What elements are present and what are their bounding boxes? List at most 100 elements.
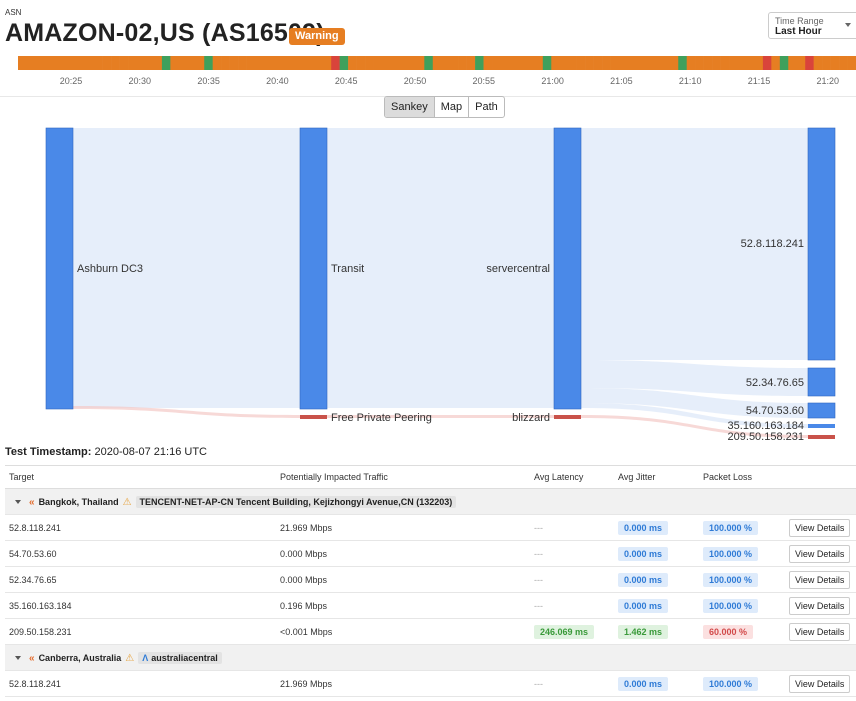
timeline-segment[interactable] — [492, 56, 501, 70]
timeline-segment[interactable] — [830, 56, 840, 70]
timeline-segment[interactable] — [669, 56, 679, 70]
timeline-segment[interactable] — [568, 56, 577, 70]
group-row[interactable]: «Canberra, Australia ⚠ Λaustraliacentral — [5, 644, 856, 671]
view-details-button[interactable]: View Details — [789, 518, 851, 537]
timeline-segment[interactable] — [356, 56, 366, 70]
timeline-segment[interactable] — [449, 56, 459, 70]
node-t5[interactable] — [808, 435, 835, 439]
timeline-segment[interactable] — [822, 56, 831, 70]
node-t3[interactable] — [807, 402, 836, 419]
node-transit[interactable] — [299, 127, 328, 410]
timeline-segment[interactable] — [128, 56, 137, 70]
col-loss[interactable]: Packet Loss — [699, 465, 785, 489]
timeline-segment[interactable] — [314, 56, 324, 70]
timeline-segment[interactable] — [559, 56, 569, 70]
timeline-segment[interactable] — [424, 56, 434, 70]
timeline-segment[interactable] — [153, 56, 163, 70]
timeline-segment[interactable] — [263, 56, 273, 70]
node-t1[interactable] — [807, 127, 836, 361]
timeline-segment[interactable] — [635, 56, 645, 70]
timeline-segment[interactable] — [458, 56, 467, 70]
timeline-segment[interactable] — [178, 56, 188, 70]
timeline-segment[interactable] — [119, 56, 129, 70]
timeline-segment[interactable] — [500, 56, 510, 70]
timeline-segment[interactable] — [187, 56, 197, 70]
view-details-button[interactable]: View Details — [789, 544, 851, 563]
timeline-segment[interactable] — [271, 56, 281, 70]
timeline-segment[interactable] — [85, 56, 95, 70]
timeline-segment[interactable] — [813, 56, 823, 70]
timeline-segment[interactable] — [26, 56, 36, 70]
timeline-segment[interactable] — [796, 56, 806, 70]
timeline-segment[interactable] — [661, 56, 671, 70]
timeline-segment[interactable] — [407, 56, 417, 70]
tab-path[interactable]: Path — [468, 97, 504, 117]
view-details-button[interactable]: View Details — [789, 674, 851, 693]
timeline-segment[interactable] — [297, 56, 307, 70]
timeline-segment[interactable] — [102, 56, 112, 70]
timeline-segment[interactable] — [788, 56, 798, 70]
view-details-button[interactable]: View Details — [789, 622, 851, 641]
timeline-segment[interactable] — [365, 56, 374, 70]
timeline-segment[interactable] — [466, 56, 476, 70]
timeline-segment[interactable] — [212, 56, 222, 70]
timeline-segment[interactable] — [720, 56, 730, 70]
timeline-segment[interactable] — [136, 56, 146, 70]
timeline-segment[interactable] — [627, 56, 637, 70]
timeline-segment[interactable] — [602, 56, 611, 70]
timeline-segment[interactable] — [77, 56, 87, 70]
time-range-select[interactable]: Time Range Last Hour — [768, 12, 856, 39]
timeline-segment[interactable] — [644, 56, 654, 70]
timeline-segment[interactable] — [610, 56, 620, 70]
timeline-segment[interactable] — [255, 56, 264, 70]
timeline-segment[interactable] — [94, 56, 103, 70]
chevron-down-icon[interactable] — [15, 655, 21, 660]
timeline-segment[interactable] — [737, 56, 747, 70]
timeline-segment[interactable] — [339, 56, 349, 70]
timeline-segment[interactable] — [390, 56, 400, 70]
timeline-segment[interactable] — [204, 56, 213, 70]
timeline-segment[interactable] — [703, 56, 713, 70]
timeline-segment[interactable] — [161, 56, 171, 70]
group-row[interactable]: «Bangkok, Thailand ⚠ TENCENT-NET-AP-CN Ten… — [5, 488, 856, 515]
col-target[interactable]: Target — [5, 465, 276, 489]
timeline-segment[interactable] — [712, 56, 721, 70]
timeline-segment[interactable] — [34, 56, 44, 70]
timeline-segment[interactable] — [551, 56, 561, 70]
timeline-segment[interactable] — [348, 56, 357, 70]
timeline-segment[interactable] — [652, 56, 662, 70]
timeline-segment[interactable] — [246, 56, 256, 70]
timeline-segment[interactable] — [18, 56, 27, 70]
timeline-segment[interactable] — [678, 56, 687, 70]
timeline-segment[interactable] — [144, 56, 154, 70]
timeline-segment[interactable] — [229, 56, 239, 70]
timeline-segment[interactable] — [475, 56, 484, 70]
timeline-segment[interactable] — [779, 56, 789, 70]
timeline-segment[interactable] — [288, 56, 298, 70]
timeline-segment[interactable] — [483, 56, 493, 70]
node-blizzard[interactable] — [554, 415, 581, 419]
timeline-segment[interactable] — [508, 56, 518, 70]
col-traffic[interactable]: Potentially Impacted Traffic — [276, 465, 530, 489]
timeline-segment[interactable] — [534, 56, 544, 70]
tab-sankey[interactable]: Sankey — [385, 97, 434, 117]
timeline-segment[interactable] — [68, 56, 78, 70]
col-jitter[interactable]: Avg Jitter — [614, 465, 699, 489]
timeline-segment[interactable] — [373, 56, 383, 70]
timeline-segment[interactable] — [398, 56, 408, 70]
view-details-button[interactable]: View Details — [789, 596, 851, 615]
timeline-segment[interactable] — [517, 56, 527, 70]
timeline-segment[interactable] — [754, 56, 764, 70]
timeline-segment[interactable] — [238, 56, 247, 70]
view-details-button[interactable]: View Details — [789, 570, 851, 589]
node-fpp[interactable] — [300, 415, 327, 419]
timeline-segment[interactable] — [593, 56, 603, 70]
timeline-segment[interactable] — [280, 56, 290, 70]
node-ashburn[interactable] — [45, 127, 74, 410]
timeline-segment[interactable] — [51, 56, 61, 70]
timeline-segment[interactable] — [542, 56, 552, 70]
timeline-segment[interactable] — [60, 56, 70, 70]
timeline-segment[interactable] — [322, 56, 332, 70]
node-t4[interactable] — [808, 424, 835, 428]
timeline-segment[interactable] — [771, 56, 781, 70]
